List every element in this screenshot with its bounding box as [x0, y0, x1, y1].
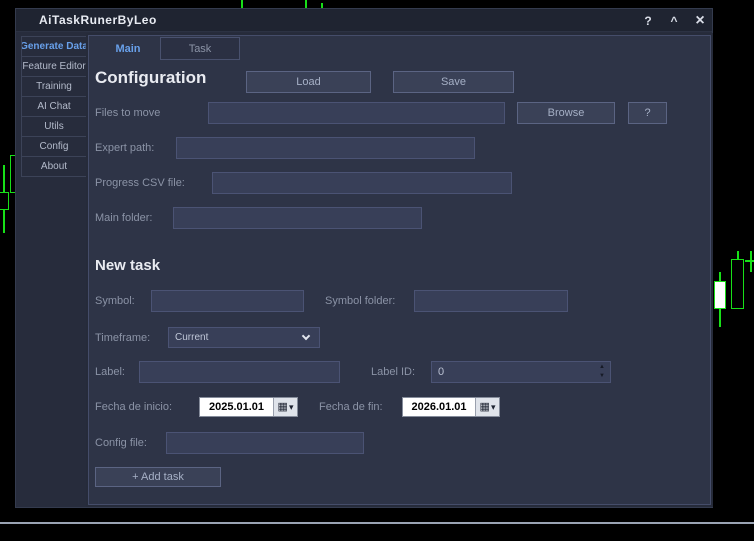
symbol-input[interactable]	[151, 290, 304, 312]
candlestick-wick	[3, 165, 5, 193]
tab-main[interactable]: Main	[96, 37, 160, 60]
start-date-dropdown-button[interactable]: ▦ ▾	[273, 398, 297, 416]
symbol-label: Symbol:	[95, 290, 135, 312]
browse-button[interactable]: Browse	[517, 102, 615, 124]
new-task-heading: New task	[95, 257, 160, 274]
chart-top-tick	[241, 0, 243, 8]
sidebar-item-ai-chat[interactable]: AI Chat	[21, 96, 87, 117]
sidebar-item-feature-editor[interactable]: Feature Editor	[21, 56, 87, 77]
tab-task[interactable]: Task	[160, 37, 240, 60]
sidebar-item-generate-data[interactable]: Generate Data	[21, 36, 87, 57]
load-button[interactable]: Load	[246, 71, 371, 93]
timeframe-selected-value: Current	[175, 332, 208, 343]
minimize-button[interactable]: ^	[666, 14, 682, 28]
end-date-dropdown-button[interactable]: ▦ ▾	[475, 398, 499, 416]
titlebar[interactable]: AiTaskRunerByLeo ? ^ ×	[16, 9, 712, 32]
spinner-up-icon[interactable]: ▲	[599, 363, 605, 372]
start-date-picker[interactable]: 2025.01.01 ▦ ▾	[199, 397, 298, 417]
start-date-value: 2025.01.01	[200, 401, 273, 413]
end-date-value: 2026.01.01	[403, 401, 475, 413]
sidebar-item-training[interactable]: Training	[21, 76, 87, 97]
dropdown-arrow-icon: ▾	[289, 402, 294, 413]
calendar-icon: ▦	[278, 402, 288, 412]
timeframe-select[interactable]: Current	[168, 327, 320, 348]
config-file-label: Config file:	[95, 432, 147, 454]
progress-csv-input[interactable]	[212, 172, 512, 194]
spinner-down-icon[interactable]: ▼	[599, 372, 605, 381]
label-id-label: Label ID:	[371, 361, 415, 383]
expert-path-input[interactable]	[176, 137, 475, 159]
candlestick-wick	[737, 251, 739, 259]
main-folder-label: Main folder:	[95, 207, 152, 229]
end-date-label: Fecha de fin:	[319, 397, 383, 417]
end-date-picker[interactable]: 2026.01.01 ▦ ▾	[402, 397, 500, 417]
label-id-value: 0	[438, 366, 444, 378]
candlestick-body	[731, 259, 744, 309]
candlestick-wick	[3, 210, 5, 233]
candlestick-wick	[719, 309, 721, 327]
candlestick-doji	[745, 260, 754, 262]
sidebar: Generate Data Feature Editor Training AI…	[21, 37, 87, 177]
chart-bottom-line	[0, 522, 754, 524]
label-id-spinner[interactable]: 0 ▲ ▼	[431, 361, 611, 383]
add-task-button[interactable]: + Add task	[95, 467, 221, 487]
close-button[interactable]: ×	[692, 14, 708, 28]
candlestick-wick	[719, 272, 721, 281]
progress-csv-label: Progress CSV file:	[95, 172, 185, 194]
help-button[interactable]: ?	[640, 14, 656, 28]
label-label: Label:	[95, 361, 125, 383]
chevron-down-icon	[302, 332, 310, 340]
files-to-move-input[interactable]	[208, 102, 505, 124]
symbol-folder-label: Symbol folder:	[325, 290, 395, 312]
save-button[interactable]: Save	[393, 71, 514, 93]
files-to-move-label: Files to move	[95, 102, 160, 124]
sidebar-item-config[interactable]: Config	[21, 136, 87, 157]
window-title: AiTaskRunerByLeo	[39, 13, 157, 27]
app-window: AiTaskRunerByLeo ? ^ × Generate Data Fea…	[15, 8, 713, 508]
start-date-label: Fecha de inicio:	[95, 397, 172, 417]
symbol-folder-input[interactable]	[414, 290, 568, 312]
dropdown-arrow-icon: ▾	[491, 402, 496, 413]
candlestick-body	[714, 281, 726, 309]
label-input[interactable]	[139, 361, 340, 383]
configuration-heading: Configuration	[95, 68, 206, 88]
calendar-icon: ▦	[480, 402, 490, 412]
candlestick-body	[0, 192, 9, 210]
sidebar-item-about[interactable]: About	[21, 156, 87, 177]
config-file-input[interactable]	[166, 432, 364, 454]
main-folder-input[interactable]	[173, 207, 422, 229]
expert-path-label: Expert path:	[95, 137, 154, 159]
chart-top-tick	[305, 0, 307, 8]
files-help-button[interactable]: ?	[628, 102, 667, 124]
main-panel: Main Task Configuration Load Save Files …	[88, 35, 711, 505]
sidebar-item-utils[interactable]: Utils	[21, 116, 87, 137]
timeframe-label: Timeframe:	[95, 327, 150, 349]
